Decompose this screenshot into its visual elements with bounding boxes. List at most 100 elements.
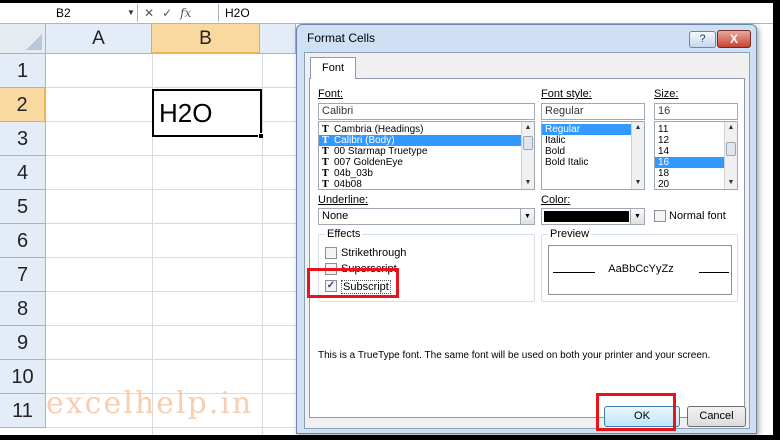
- column-header-c[interactable]: [260, 24, 296, 54]
- gridline: [262, 54, 263, 435]
- cancel-entry-icon[interactable]: ✕: [144, 6, 154, 20]
- row-header-7[interactable]: 7: [0, 258, 46, 292]
- row-header-6[interactable]: 6: [0, 224, 46, 258]
- font-list-item[interactable]: T 04b08: [319, 179, 534, 190]
- gridline: [46, 325, 306, 326]
- normal-font-label: Normal font: [669, 210, 726, 222]
- strikethrough-checkbox[interactable]: [325, 247, 337, 259]
- scroll-up-icon[interactable]: ▲: [725, 122, 737, 134]
- select-all-triangle: [26, 34, 42, 50]
- underline-select[interactable]: None ▼: [318, 208, 535, 225]
- size-list-scrollbar[interactable]: ▲ ▼: [724, 122, 737, 189]
- enter-entry-icon[interactable]: ✓: [162, 6, 172, 20]
- select-all-corner[interactable]: [0, 24, 46, 54]
- font-list-scrollbar[interactable]: ▲ ▼: [521, 122, 534, 189]
- gridline: [46, 427, 306, 428]
- gridline: [46, 87, 306, 88]
- chevron-down-icon[interactable]: ▼: [630, 209, 644, 224]
- size-list[interactable]: 11 12 14 16 18 20 ▲ ▼: [654, 121, 738, 190]
- font-tab-panel: Font: Calibri T Cambria (Headings) T Calibr…: [309, 78, 745, 418]
- font-style-item[interactable]: Bold: [542, 146, 644, 157]
- font-list-item[interactable]: T Calibri (Body): [319, 135, 534, 146]
- preview-label: Preview: [548, 228, 592, 240]
- font-list-item[interactable]: T 00 Starmap Truetype: [319, 146, 534, 157]
- font-list-item[interactable]: T 007 GoldenEye: [319, 157, 534, 168]
- help-button[interactable]: ?: [689, 31, 716, 48]
- scroll-thumb[interactable]: [523, 136, 533, 150]
- ok-highlight: [596, 393, 676, 431]
- insert-function-icon[interactable]: fx: [180, 6, 191, 20]
- preview-baseline: [699, 272, 729, 273]
- scroll-down-icon[interactable]: ▼: [632, 177, 644, 189]
- row-header-4[interactable]: 4: [0, 156, 46, 190]
- column-header-a[interactable]: A: [46, 24, 152, 54]
- row-header-9[interactable]: 9: [0, 326, 46, 360]
- scroll-down-icon[interactable]: ▼: [725, 177, 737, 189]
- scroll-up-icon[interactable]: ▲: [522, 122, 534, 134]
- strikethrough-label: Strikethrough: [341, 247, 407, 259]
- effects-label: Effects: [325, 228, 363, 240]
- font-list-item[interactable]: T 04b_03b: [319, 168, 534, 179]
- font-list-item-label: 00 Starmap Truetype: [334, 146, 428, 157]
- font-input[interactable]: Calibri: [318, 103, 535, 120]
- font-list-item-label: 04b_03b: [334, 168, 373, 179]
- name-box-dropdown-icon[interactable]: ▼: [127, 4, 135, 22]
- name-box[interactable]: B2: [0, 4, 138, 22]
- color-select[interactable]: ▼: [541, 208, 645, 225]
- font-list-item-label: 04b08: [334, 179, 362, 190]
- row-header-2[interactable]: 2: [0, 88, 46, 122]
- scroll-up-icon[interactable]: ▲: [632, 122, 644, 134]
- font-list[interactable]: T Cambria (Headings) T Calibri (Body) T 00 St…: [318, 121, 535, 190]
- font-style-item[interactable]: Bold Italic: [542, 157, 644, 168]
- size-input[interactable]: 16: [654, 103, 738, 120]
- gridline: [46, 155, 306, 156]
- row-header-11[interactable]: 11: [0, 394, 46, 428]
- subscript-highlight: [307, 268, 399, 298]
- close-button[interactable]: X: [717, 30, 751, 48]
- format-cells-dialog: Format Cells ? X Font Font: Calibri T Cam…: [296, 24, 757, 434]
- tab-font[interactable]: Font: [310, 57, 356, 79]
- size-label: Size:: [654, 88, 679, 100]
- chevron-down-icon[interactable]: ▼: [520, 209, 534, 224]
- frame-right: [773, 0, 780, 440]
- formula-input[interactable]: H2O: [218, 4, 298, 22]
- column-header-b[interactable]: B: [152, 24, 260, 54]
- row-header-1[interactable]: 1: [0, 54, 46, 88]
- font-list-item-label: 007 GoldenEye: [334, 157, 403, 168]
- cell-b2[interactable]: H2O: [152, 89, 262, 137]
- font-style-scrollbar[interactable]: ▲ ▼: [631, 122, 644, 189]
- fill-handle[interactable]: [258, 133, 264, 139]
- gridline: [46, 257, 306, 258]
- font-style-item[interactable]: Italic: [542, 135, 644, 146]
- row-header-5[interactable]: 5: [0, 190, 46, 224]
- truetype-icon: T: [322, 180, 329, 190]
- color-swatch: [544, 211, 629, 222]
- preview-box: AaBbCcYyZz: [548, 245, 732, 295]
- gridline: [46, 223, 306, 224]
- font-style-item[interactable]: Regular: [542, 124, 644, 135]
- truetype-info: This is a TrueType font. The same font w…: [318, 350, 711, 361]
- gridline: [46, 291, 306, 292]
- gridline: [46, 359, 306, 360]
- row-header-10[interactable]: 10: [0, 360, 46, 394]
- row-header-8[interactable]: 8: [0, 292, 46, 326]
- underline-value: None: [322, 210, 349, 222]
- font-style-list[interactable]: Regular Italic Bold Bold Italic ▲ ▼: [541, 121, 645, 190]
- font-label: Font:: [318, 88, 344, 100]
- underline-label: Underline:: [318, 194, 369, 206]
- row-header-3[interactable]: 3: [0, 122, 46, 156]
- scroll-thumb[interactable]: [726, 142, 736, 156]
- gridline: [46, 189, 306, 190]
- font-style-input[interactable]: Regular: [541, 103, 645, 120]
- watermark: excelhelp.in: [46, 386, 254, 421]
- normal-font-checkbox[interactable]: [654, 210, 666, 222]
- dialog-body: Font Font: Calibri T Cambria (Headings) T C…: [304, 52, 750, 429]
- color-label: Color:: [541, 194, 571, 206]
- font-style-label: Font style:: [541, 88, 592, 100]
- dialog-title: Format Cells: [307, 31, 376, 45]
- preview-text: AaBbCcYyZz: [608, 263, 674, 275]
- font-list-item-label: Cambria (Headings): [334, 124, 424, 135]
- font-list-item[interactable]: T Cambria (Headings): [319, 124, 534, 135]
- cancel-button[interactable]: Cancel: [687, 406, 746, 427]
- scroll-down-icon[interactable]: ▼: [522, 177, 534, 189]
